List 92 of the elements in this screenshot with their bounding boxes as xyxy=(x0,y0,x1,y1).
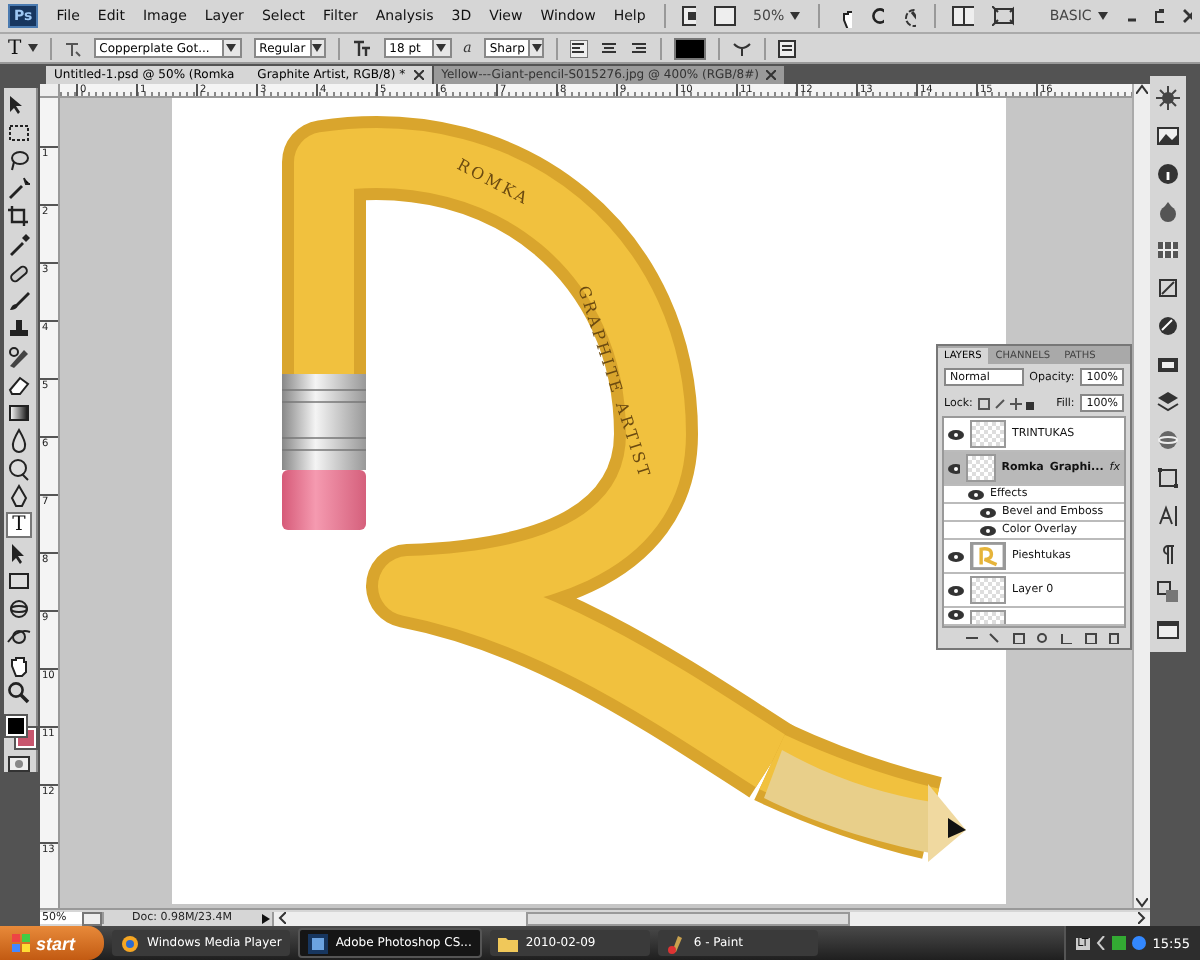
close-icon[interactable] xyxy=(1181,8,1192,24)
caret-icon[interactable] xyxy=(436,44,447,52)
bridge-icon[interactable] xyxy=(682,6,697,26)
landscape-icon[interactable] xyxy=(1156,124,1180,148)
quick-mask-icon[interactable] xyxy=(8,756,30,772)
restore-icon[interactable] xyxy=(1153,8,1164,24)
scroll-right-icon[interactable] xyxy=(1138,912,1146,924)
arrange-documents-icon[interactable] xyxy=(952,6,975,26)
stamp-tool-icon[interactable] xyxy=(6,316,32,342)
layer-thumbnail xyxy=(970,542,1006,570)
layer-thumbnail xyxy=(970,576,1006,604)
eye-icon[interactable] xyxy=(980,525,996,535)
caret-icon[interactable] xyxy=(790,12,801,20)
gradient-tool-icon[interactable] xyxy=(6,400,32,426)
screen-mode-icon[interactable] xyxy=(992,6,1014,26)
history-tool-icon[interactable] xyxy=(6,344,32,370)
type-tool[interactable]: T xyxy=(6,512,32,538)
brush-tool-icon[interactable] xyxy=(6,288,32,314)
tray-app-icon[interactable] xyxy=(1112,936,1127,950)
tray-shield-icon[interactable] xyxy=(1132,936,1147,950)
shape-tool-icon[interactable] xyxy=(6,568,32,594)
caret-icon[interactable] xyxy=(27,44,38,52)
caret-icon[interactable] xyxy=(531,44,542,52)
panel-footer-icons[interactable] xyxy=(962,632,1122,644)
horizontal-scrollbar[interactable] xyxy=(272,911,1150,925)
dodge-tool-icon[interactable] xyxy=(6,456,32,482)
paint-app-icon xyxy=(665,933,686,953)
eraser-tool-icon[interactable] xyxy=(6,372,32,398)
marquee-tool-icon[interactable] xyxy=(6,120,32,146)
warp-text-icon[interactable] xyxy=(731,39,752,57)
foreground-color-swatch[interactable] xyxy=(5,716,25,736)
align-center-icon[interactable] xyxy=(599,39,618,57)
character-icon[interactable] xyxy=(1156,504,1180,528)
film-icon[interactable] xyxy=(1156,352,1180,376)
zoom-icon[interactable] xyxy=(869,5,884,27)
eye-icon[interactable] xyxy=(948,610,964,620)
rotate3d-tool-icon[interactable] xyxy=(6,596,32,622)
view-extras-icon[interactable] xyxy=(714,6,736,26)
pen-tool-icon[interactable] xyxy=(6,484,32,510)
caret-icon[interactable] xyxy=(1097,12,1108,20)
window-icon[interactable] xyxy=(1156,618,1180,642)
folder-app-icon xyxy=(497,933,518,953)
align-left-icon[interactable] xyxy=(569,39,588,57)
scroll-up-icon[interactable] xyxy=(1136,84,1148,94)
rotate-view-icon[interactable] xyxy=(901,5,916,27)
lasso-tool-icon[interactable] xyxy=(6,148,32,174)
ps-app-icon xyxy=(307,933,328,953)
caret-icon[interactable] xyxy=(226,44,237,52)
eye-icon[interactable] xyxy=(980,507,996,517)
panels-toggle-icon[interactable] xyxy=(777,39,796,57)
media-app-icon xyxy=(119,933,140,953)
scroll-down-icon[interactable] xyxy=(1136,898,1148,908)
align-right-icon[interactable] xyxy=(629,39,648,57)
circle-icon[interactable] xyxy=(1156,314,1180,338)
hand-tool-icon[interactable] xyxy=(6,652,32,678)
styles-icon[interactable] xyxy=(1156,276,1180,300)
status-info-icon[interactable] xyxy=(82,911,102,925)
eye-icon[interactable] xyxy=(948,463,961,473)
crop-tool-icon[interactable] xyxy=(6,204,32,230)
swatch-grid-icon[interactable] xyxy=(1156,238,1180,262)
windows-flag-icon xyxy=(12,934,30,952)
info-icon[interactable] xyxy=(1156,162,1180,186)
vertical-scrollbar[interactable] xyxy=(1132,84,1150,908)
layer-row[interactable] xyxy=(944,608,1124,626)
layer-thumbnail xyxy=(966,454,996,482)
close-icon[interactable] xyxy=(413,70,424,80)
tool-preset-picker[interactable]: T xyxy=(8,37,38,59)
font-size-icon xyxy=(351,39,372,57)
eye-icon[interactable] xyxy=(948,429,964,439)
eyedropper-tool-icon[interactable] xyxy=(6,232,32,258)
eye-icon[interactable] xyxy=(948,585,964,595)
orientation-icon[interactable] xyxy=(63,39,82,57)
scroll-left-icon[interactable] xyxy=(278,912,286,924)
sun-icon[interactable] xyxy=(1156,86,1180,110)
hand-icon[interactable] xyxy=(837,5,852,27)
heal-tool-icon[interactable] xyxy=(6,260,32,286)
blur-tool-icon[interactable] xyxy=(6,428,32,454)
transform-box-icon[interactable] xyxy=(1156,466,1180,490)
sphere-icon[interactable] xyxy=(1156,428,1180,452)
tray-expand-icon[interactable] xyxy=(1096,936,1107,950)
eye-icon[interactable] xyxy=(948,551,964,561)
tint-icon[interactable] xyxy=(1156,200,1180,224)
caret-icon[interactable] xyxy=(312,44,323,52)
text-color-swatch[interactable] xyxy=(673,37,706,59)
close-icon[interactable] xyxy=(766,70,777,80)
wand-tool-icon[interactable] xyxy=(6,176,32,202)
zoom-tool-icon[interactable] xyxy=(6,680,32,706)
orbit3d-tool-icon[interactable] xyxy=(6,624,32,650)
lock-icons[interactable] xyxy=(978,397,1035,409)
stack-icon[interactable] xyxy=(1156,390,1180,414)
eye-icon[interactable] xyxy=(968,489,984,499)
clone-icon[interactable] xyxy=(1156,580,1180,604)
